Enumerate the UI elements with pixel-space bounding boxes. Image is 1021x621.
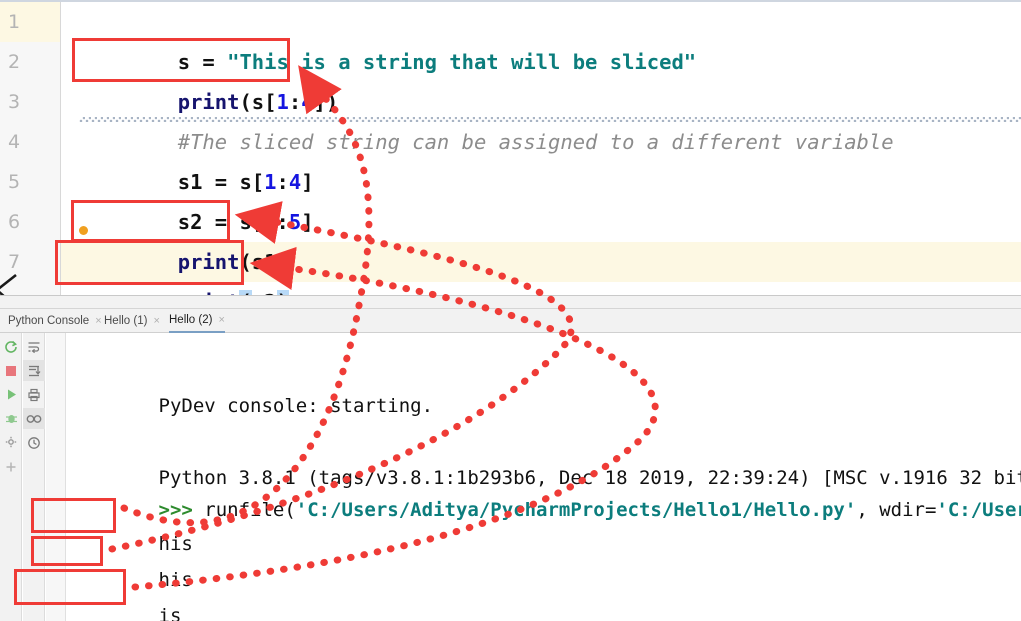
line-number-1: 1 — [8, 11, 21, 33]
tab-label: Hello (2) — [169, 314, 213, 326]
console-text-segment: runfile( — [204, 499, 296, 521]
add-icon[interactable] — [0, 456, 22, 477]
console-text-segment: PyDev console: starting. — [158, 395, 434, 417]
caret-position-dot — [79, 226, 88, 235]
console-text-segment: , wdir= — [856, 499, 937, 521]
use-console-infinity-icon[interactable] — [23, 408, 45, 429]
close-icon[interactable]: × — [218, 314, 224, 326]
console-line-runfile: >>> runfile('C:/Users/Aditya/PycharmProj… — [67, 467, 1021, 554]
line-number-6: 6 — [8, 211, 21, 233]
console-path-segment: 'C:/Users/Aditya/PycharmProjects/Hello1/… — [295, 499, 857, 521]
console-text-segment: is — [158, 605, 182, 621]
code-line-6[interactable]: print(s1) — [61, 202, 1021, 274]
console-gutter — [46, 333, 66, 621]
run-icon[interactable] — [0, 384, 22, 405]
tab-hello-2[interactable]: Hello (2) × — [169, 309, 225, 333]
line-number-2: 2 — [8, 51, 21, 73]
debug-icon[interactable] — [0, 408, 22, 429]
line-number-gutter: 1 2 3 4 5 6 7 — [0, 2, 61, 295]
pycharm-window: 1 2 3 4 5 6 7 s = "This is a string that… — [0, 0, 1021, 621]
console-toolbar-primary[interactable] — [0, 333, 22, 621]
code-line-5[interactable]: s2 = s[2:5] — [61, 162, 1021, 234]
print-icon[interactable] — [23, 384, 45, 405]
console-path-segment: 'C:/User — [936, 499, 1021, 521]
rerun-icon[interactable] — [0, 336, 22, 357]
editor-console-splitter[interactable] — [0, 295, 1021, 309]
console-toolbar-secondary[interactable] — [23, 333, 45, 621]
code-line-4[interactable]: s1 = s[1:4] — [61, 122, 1021, 194]
line-number-5: 5 — [8, 171, 21, 193]
code-editor-pane[interactable]: 1 2 3 4 5 6 7 s = "This is a string that… — [0, 0, 1021, 314]
scroll-to-end-icon[interactable] — [23, 360, 45, 381]
tab-hello-1[interactable]: Hello (1) × — [104, 309, 160, 333]
code-text-area[interactable]: s = "This is a string that will be slice… — [61, 2, 1021, 314]
console-output-text[interactable]: PyDev console: starting. Python 3.8.1 (t… — [67, 333, 1021, 621]
code-line-1[interactable]: s = "This is a string that will be slice… — [61, 2, 1021, 74]
tab-python-console[interactable]: Python Console × — [8, 309, 102, 333]
tab-label: Hello (1) — [104, 315, 148, 327]
line-number-4: 4 — [8, 131, 21, 153]
line-number-3: 3 — [8, 91, 21, 113]
stop-icon[interactable] — [0, 360, 22, 381]
console-output-line-3: is — [67, 573, 182, 621]
close-icon[interactable]: × — [95, 315, 101, 327]
history-icon[interactable] — [23, 432, 45, 453]
code-line-3-comment[interactable]: #The sliced string can be assigned to a … — [61, 82, 1021, 154]
tool-window-tabbar[interactable]: Python Console × Hello (1) × Hello (2) × — [0, 309, 1021, 333]
code-line-2[interactable]: print(s[1:4]) — [61, 42, 1021, 114]
tab-label: Python Console — [8, 315, 90, 327]
soft-wrap-icon[interactable] — [23, 336, 45, 357]
settings-icon[interactable] — [0, 432, 22, 453]
python-console-pane[interactable]: PyDev console: starting. Python 3.8.1 (t… — [0, 333, 1021, 621]
code-line-7[interactable]: print(s2) — [61, 242, 1021, 314]
close-icon[interactable]: × — [153, 315, 159, 327]
